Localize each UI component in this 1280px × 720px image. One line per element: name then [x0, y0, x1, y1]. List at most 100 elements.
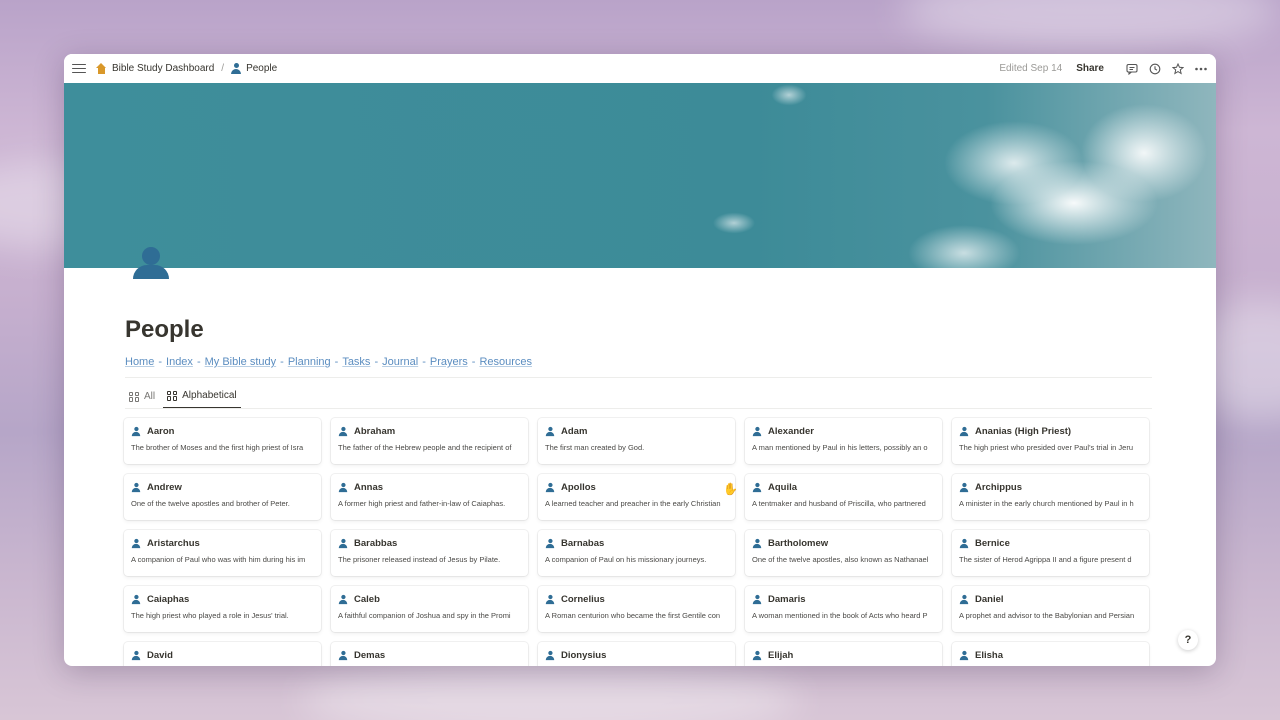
person-card[interactable]: Aristarchus A companion of Paul who was w…	[124, 530, 321, 576]
person-icon	[231, 63, 242, 74]
clock-icon[interactable]	[1148, 62, 1162, 76]
nav-separator: -	[334, 356, 339, 368]
card-name: Elijah	[768, 649, 794, 661]
app-window: Bible Study Dashboard / People Edited Se…	[64, 54, 1216, 666]
nav-separator: -	[374, 356, 379, 368]
person-card[interactable]: Bernice The sister of Herod Agrippa II an…	[952, 530, 1149, 576]
card-name: Caiaphas	[147, 593, 190, 605]
card-name: Elisha	[975, 649, 1003, 661]
card-title: Annas	[338, 481, 528, 493]
nav-link-prayers[interactable]: Prayers	[430, 356, 468, 368]
card-title: Bernice	[959, 537, 1149, 549]
star-icon[interactable]	[1171, 62, 1185, 76]
card-name: Bartholomew	[768, 537, 829, 549]
cover-image[interactable]	[64, 83, 1216, 268]
person-icon	[545, 594, 555, 604]
page-person-icon[interactable]	[132, 247, 170, 287]
card-description: A companion of Paul who was with him dur…	[131, 555, 306, 564]
nav-separator: -	[471, 356, 476, 368]
card-description: The first man created by God.	[545, 443, 645, 452]
menu-icon[interactable]	[72, 62, 86, 76]
person-card[interactable]: Demas	[331, 642, 528, 666]
person-card[interactable]: Bartholomew One of the twelve apostles, a…	[745, 530, 942, 576]
card-description: The sister of Herod Agrippa II and a fig…	[959, 555, 1132, 564]
gallery-icon	[167, 390, 178, 401]
card-description: A faithful companion of Joshua and spy i…	[338, 611, 511, 620]
card-title: Barabbas	[338, 537, 528, 549]
card-title: Demas	[338, 649, 528, 661]
person-icon	[131, 650, 141, 660]
person-icon	[545, 650, 555, 660]
card-description: A tentmaker and husband of Priscilla, wh…	[752, 499, 926, 508]
card-description: The high priest who presided over Paul's…	[959, 443, 1134, 452]
card-name: Abraham	[354, 425, 396, 437]
person-card[interactable]: Ananias (High Priest) The high priest who…	[952, 418, 1149, 464]
breadcrumb-current[interactable]: People	[246, 63, 277, 74]
card-description: A companion of Paul on his missionary jo…	[545, 555, 707, 564]
person-card[interactable]: Barabbas The prisoner released instead of…	[331, 530, 528, 576]
person-card[interactable]: Abraham The father of the Hebrew people a…	[331, 418, 528, 464]
card-title: Abraham	[338, 425, 528, 437]
person-card[interactable]: Daniel A prophet and advisor to the Babyl…	[952, 586, 1149, 632]
nav-link-home[interactable]: Home	[125, 356, 154, 368]
card-description: A man mentioned by Paul in his letters, …	[752, 443, 928, 452]
person-card[interactable]: Aquila A tentmaker and husband of Priscil…	[745, 474, 942, 520]
card-title: Damaris	[752, 593, 942, 605]
nav-link-planning[interactable]: Planning	[288, 356, 331, 368]
card-title: Caleb	[338, 593, 528, 605]
person-card[interactable]: David	[124, 642, 321, 666]
card-description: A learned teacher and preacher in the ea…	[545, 499, 721, 508]
card-title: Aristarchus	[131, 537, 321, 549]
tab-all[interactable]: All	[125, 386, 159, 409]
person-card[interactable]: Caiaphas The high priest who played a rol…	[124, 586, 321, 632]
breadcrumb-parent[interactable]: Bible Study Dashboard	[112, 63, 214, 74]
page-title[interactable]: People	[125, 316, 204, 344]
person-card[interactable]: Elijah	[745, 642, 942, 666]
share-button[interactable]: Share	[1076, 63, 1104, 74]
nav-link-journal[interactable]: Journal	[382, 356, 418, 368]
person-card[interactable]: Caleb A faithful companion of Joshua and …	[331, 586, 528, 632]
person-card[interactable]: Damaris A woman mentioned in the book of …	[745, 586, 942, 632]
card-name: Demas	[354, 649, 386, 661]
breadcrumb: Bible Study Dashboard / People	[96, 63, 277, 74]
person-card[interactable]: Andrew One of the twelve apostles and bro…	[124, 474, 321, 520]
card-name: David	[147, 649, 173, 661]
person-card[interactable]: Alexander A man mentioned by Paul in his …	[745, 418, 942, 464]
card-name: Aaron	[147, 425, 175, 437]
card-title: Adam	[545, 425, 735, 437]
card-name: Dionysius	[561, 649, 607, 661]
person-card[interactable]: Archippus A minister in the early church …	[952, 474, 1149, 520]
person-card[interactable]: Cornelius A Roman centurion who became th…	[538, 586, 735, 632]
breadcrumb-separator: /	[221, 63, 225, 74]
nav-links: Home - Index - My Bible study - Planning - Tasks…	[125, 356, 532, 368]
card-title: David	[131, 649, 321, 661]
person-card[interactable]: Aaron The brother of Moses and the first …	[124, 418, 321, 464]
nav-link-resources[interactable]: Resources	[479, 356, 532, 368]
help-button[interactable]: ?	[1178, 630, 1198, 650]
card-name: Annas	[354, 481, 384, 493]
person-card[interactable]: Adam The first man created by God.	[538, 418, 735, 464]
person-icon	[959, 538, 969, 548]
person-icon	[959, 482, 969, 492]
card-name: Barabbas	[354, 537, 398, 549]
tab-label: All	[144, 391, 156, 402]
person-icon	[131, 594, 141, 604]
nav-link-my-bible-study[interactable]: My Bible study	[205, 356, 277, 368]
nav-link-tasks[interactable]: Tasks	[342, 356, 370, 368]
comment-icon[interactable]	[1125, 62, 1139, 76]
card-title: Elisha	[959, 649, 1149, 661]
card-description: A former high priest and father-in-law o…	[338, 499, 506, 508]
tab-label: Alphabetical	[182, 390, 237, 401]
person-icon	[131, 482, 141, 492]
person-icon	[131, 538, 141, 548]
person-card[interactable]: Annas A former high priest and father-in-…	[331, 474, 528, 520]
person-card[interactable]: Dionysius	[538, 642, 735, 666]
person-card[interactable]: Apollos A learned teacher and preacher in…	[538, 474, 735, 520]
person-card[interactable]: Barnabas A companion of Paul on his missi…	[538, 530, 735, 576]
card-description: The high priest who played a role in Jes…	[131, 611, 289, 620]
tab-alphabetical[interactable]: Alphabetical	[163, 386, 241, 409]
person-icon	[131, 426, 141, 436]
nav-link-index[interactable]: Index	[166, 356, 193, 368]
more-icon[interactable]	[1194, 62, 1208, 76]
person-card[interactable]: Elisha	[952, 642, 1149, 666]
